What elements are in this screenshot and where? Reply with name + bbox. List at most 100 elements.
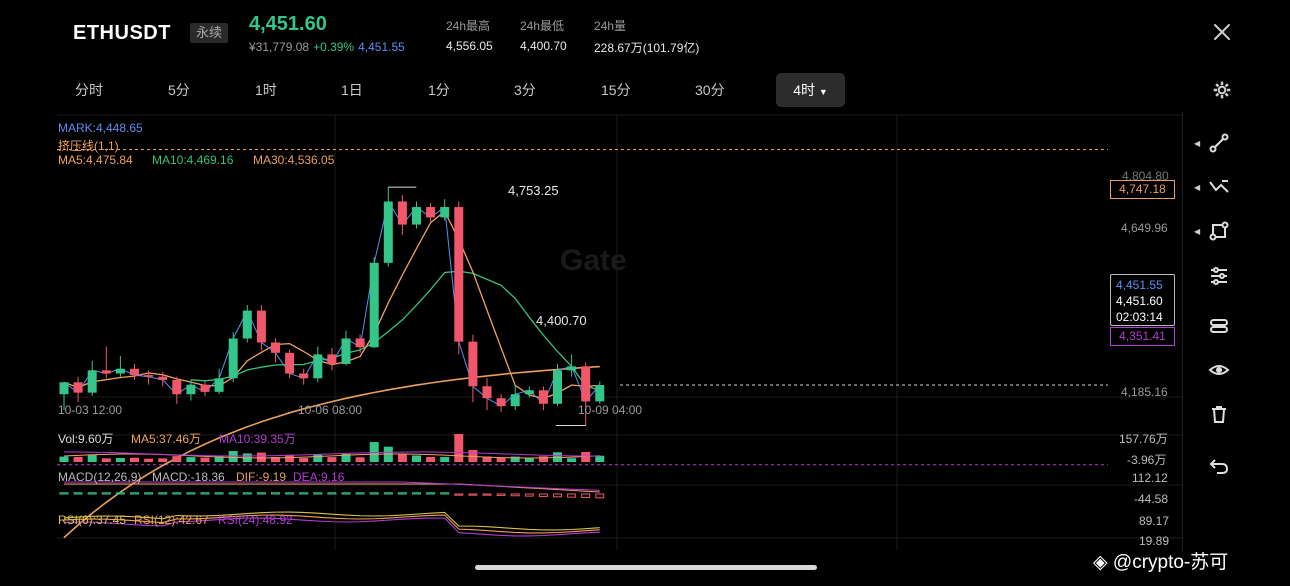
symbol-title[interactable]: ETHUSDT bbox=[73, 22, 171, 45]
macd-bar bbox=[214, 492, 224, 495]
macd-bar bbox=[186, 492, 196, 495]
change-percent: +0.39% bbox=[313, 40, 355, 54]
expand-arrow-icon[interactable]: ◀ bbox=[1194, 139, 1200, 148]
stat-24h-low: 24h最低 4,400.70 bbox=[520, 19, 567, 53]
close-icon[interactable] bbox=[1210, 20, 1234, 44]
volume-bar bbox=[299, 458, 309, 462]
macd-legend: MACD(12,26,9) bbox=[58, 470, 142, 484]
tab-3m[interactable]: 3分 bbox=[514, 80, 536, 100]
rsi-axis-top: 89.17 bbox=[1139, 514, 1170, 528]
layers-icon[interactable] bbox=[1208, 315, 1230, 337]
high-marker-label: 4,753.25 bbox=[508, 183, 559, 198]
volume-bar bbox=[186, 457, 196, 462]
home-indicator[interactable] bbox=[475, 565, 817, 570]
macd-bar bbox=[172, 492, 182, 495]
candle-down bbox=[496, 398, 506, 407]
macd-axis-top: 112.12 bbox=[1132, 471, 1168, 485]
upper-line-label: 4,747.18 bbox=[1110, 180, 1175, 199]
undo-icon[interactable] bbox=[1208, 455, 1230, 477]
candle-up bbox=[369, 262, 379, 348]
macd-bar bbox=[595, 493, 605, 499]
volume-bar bbox=[595, 455, 605, 462]
candle-down bbox=[327, 354, 337, 364]
volume-bar bbox=[115, 458, 125, 462]
drawing-icon[interactable] bbox=[1208, 220, 1230, 242]
mark-legend: MARK:4,448.65 bbox=[58, 121, 143, 135]
time-label-3: 10-09 04:00 bbox=[578, 403, 643, 417]
volume-bar bbox=[256, 452, 266, 462]
lower-line-label: 4,351.41 bbox=[1110, 327, 1175, 346]
vol-axis-top: 157.76万 bbox=[1119, 432, 1168, 446]
eye-icon[interactable] bbox=[1208, 359, 1230, 381]
macd-bar bbox=[101, 492, 111, 495]
volume-bar bbox=[426, 456, 436, 462]
trash-icon[interactable] bbox=[1208, 403, 1230, 425]
macd-bar bbox=[256, 492, 266, 495]
macd-bar bbox=[228, 492, 238, 495]
cny-price: ¥31,779.08 bbox=[249, 40, 310, 54]
expand-arrow-icon[interactable]: ◀ bbox=[1194, 183, 1200, 192]
rsi24-legend: RSI(24):48.92 bbox=[218, 513, 293, 527]
author-watermark: ◈ @crypto-苏可 bbox=[1093, 552, 1229, 573]
tab-timeline[interactable]: 分时 bbox=[75, 80, 103, 100]
settings-sliders-icon[interactable] bbox=[1208, 265, 1230, 287]
gate-logo-watermark: Gate bbox=[560, 244, 627, 277]
vol-ma5-legend: MA5:37.46万 bbox=[131, 432, 202, 446]
macd-bar bbox=[496, 493, 506, 496]
candle-up bbox=[242, 310, 252, 339]
tab-5m[interactable]: 5分 bbox=[168, 80, 190, 100]
trendline-icon[interactable] bbox=[1208, 132, 1230, 154]
candle-up bbox=[510, 394, 520, 407]
ticker-header: ETHUSDT 永续 4,451.60 ¥31,779.08 +0.39% 4,45… bbox=[0, 0, 1290, 70]
macd-bar bbox=[341, 492, 351, 495]
macd-bar bbox=[397, 492, 407, 495]
ma5-legend: MA5:4,475.84 bbox=[58, 153, 133, 167]
candle-down bbox=[468, 341, 478, 387]
price-axis-bottom: 4,185.16 bbox=[1121, 385, 1168, 399]
vol-legend: Vol:9.60万 bbox=[58, 432, 114, 446]
candle-down bbox=[538, 390, 548, 404]
candle-down bbox=[256, 310, 266, 343]
macd-bar bbox=[567, 493, 577, 498]
macd-bar bbox=[369, 492, 379, 495]
volume-bar bbox=[144, 458, 154, 462]
tab-4h-dropdown[interactable]: 4时 ▼ bbox=[776, 73, 845, 107]
macd-bar bbox=[242, 492, 252, 495]
tab-30m[interactable]: 30分 bbox=[695, 80, 725, 100]
candle-down bbox=[158, 376, 168, 380]
candle-down bbox=[482, 386, 492, 399]
indicator-icon[interactable] bbox=[1208, 176, 1230, 198]
tab-15m[interactable]: 15分 bbox=[601, 80, 631, 100]
candle-up bbox=[595, 385, 605, 402]
candle-down bbox=[454, 207, 464, 342]
tab-1h[interactable]: 1时 bbox=[255, 80, 277, 100]
macd-bar bbox=[553, 493, 562, 498]
tab-1m[interactable]: 1分 bbox=[428, 80, 450, 100]
macd-axis-bottom: -44.58 bbox=[1134, 492, 1169, 506]
macd-bar bbox=[482, 493, 492, 496]
macd-value-legend: MACD:-18.36 bbox=[152, 470, 225, 484]
tab-1d[interactable]: 1日 bbox=[341, 80, 363, 100]
time-label-1: 10-03 12:00 bbox=[58, 403, 123, 417]
vol-ma10-legend: MA10:39.35万 bbox=[219, 432, 296, 446]
macd-bar bbox=[426, 492, 436, 495]
candle-up bbox=[383, 201, 393, 263]
macd-bar bbox=[200, 492, 210, 495]
gear-icon[interactable] bbox=[1212, 80, 1232, 100]
candle-up bbox=[524, 390, 534, 395]
candle-up bbox=[186, 384, 196, 395]
macd-bar bbox=[355, 492, 365, 495]
macd-bar bbox=[581, 493, 591, 498]
volume-bar bbox=[130, 457, 139, 462]
candle-up bbox=[313, 354, 323, 379]
candle-up bbox=[412, 207, 421, 225]
volume-bar bbox=[101, 458, 111, 462]
expand-arrow-icon[interactable]: ◀ bbox=[1194, 227, 1200, 236]
kline-chart[interactable]: Gate bbox=[0, 110, 1290, 560]
volume-bar bbox=[538, 456, 548, 462]
volume-bar bbox=[228, 451, 238, 462]
candle-down bbox=[397, 201, 407, 225]
macd-bar bbox=[73, 492, 83, 495]
candle-down bbox=[355, 338, 365, 348]
last-price-label: 4,451.60 bbox=[1116, 294, 1163, 308]
